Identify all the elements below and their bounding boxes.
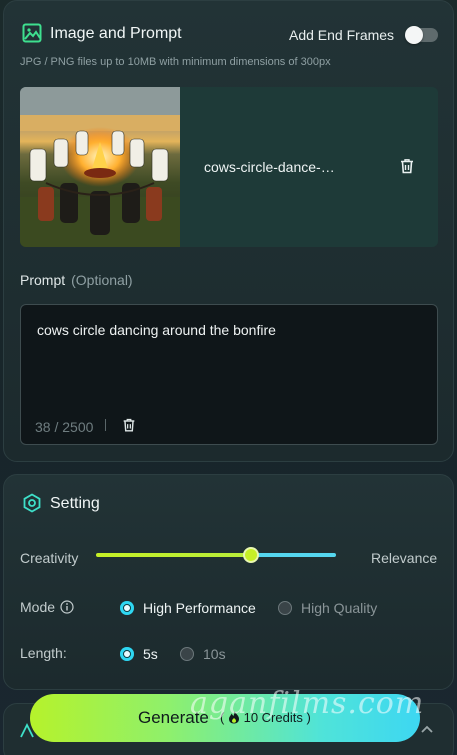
clear-prompt-trash-icon[interactable]: [121, 417, 137, 433]
delete-image-trash-icon[interactable]: [398, 157, 416, 175]
prompt-optional-text: (Optional): [71, 272, 133, 288]
prompt-textarea[interactable]: cows circle dancing around the bonfire 3…: [20, 304, 438, 445]
counter-divider: [105, 419, 106, 431]
prompt-label-text: Prompt: [20, 272, 66, 288]
thumbnail-scene: [20, 87, 180, 247]
mode-label: Mode: [20, 599, 56, 615]
relevance-label: Relevance: [371, 550, 438, 566]
hexagon-setting-icon: [23, 493, 41, 513]
prompt-char-counter: 38 / 2500: [35, 419, 94, 435]
setting-title: Setting: [50, 495, 100, 512]
info-icon[interactable]: [60, 600, 74, 614]
length-10s-label[interactable]: 10s: [203, 646, 226, 662]
creativity-relevance-slider[interactable]: [96, 547, 336, 563]
length-5s-radio[interactable]: [120, 647, 134, 661]
uploaded-filename: cows-circle-dance-…: [204, 159, 335, 175]
mode-high-performance-radio[interactable]: [120, 601, 134, 615]
mode-high-quality-radio[interactable]: [278, 601, 292, 615]
mode-high-quality-label[interactable]: High Quality: [301, 600, 377, 616]
prompt-value: cows circle dancing around the bonfire: [37, 322, 276, 338]
add-end-frames-toggle[interactable]: [405, 26, 438, 44]
length-10s-radio[interactable]: [180, 647, 194, 661]
image-section-title: Image and Prompt: [50, 25, 182, 42]
image-prompt-panel: Image and Prompt Add End Frames JPG / PN…: [3, 0, 454, 462]
upload-hint: JPG / PNG files up to 10MB with minimum …: [20, 56, 331, 68]
setting-panel: Setting Creativity Relevance Mode High P…: [3, 474, 454, 690]
creativity-label: Creativity: [20, 550, 79, 566]
uploaded-image-thumbnail[interactable]: [20, 87, 180, 247]
length-5s-label[interactable]: 5s: [143, 646, 158, 662]
toggle-knob: [405, 26, 423, 44]
prompt-label: Prompt (Optional): [20, 272, 133, 288]
watermark-text: aganfilms.com: [190, 686, 425, 721]
mode-high-performance-label[interactable]: High Performance: [143, 600, 256, 616]
uploaded-image-card: cows-circle-dance-…: [20, 87, 438, 247]
slider-thumb[interactable]: [243, 547, 259, 563]
add-end-frames-label: Add End Frames: [289, 27, 395, 43]
image-icon: [22, 23, 42, 43]
length-label: Length:: [20, 645, 67, 661]
chevron-up-icon[interactable]: [419, 722, 435, 738]
